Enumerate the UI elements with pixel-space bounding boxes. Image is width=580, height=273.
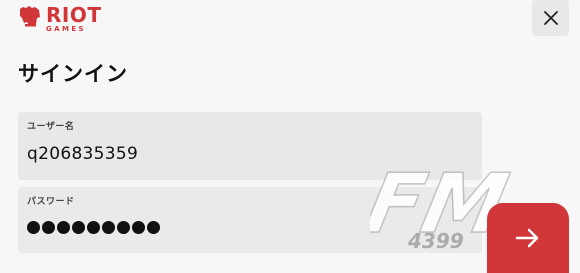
password-mask-dot <box>27 221 40 234</box>
password-mask-dot <box>57 221 70 234</box>
logo-subtitle: GAMES <box>46 25 86 33</box>
password-input[interactable] <box>27 221 482 234</box>
arrow-right-icon <box>515 228 539 248</box>
riot-fist-icon <box>20 6 40 27</box>
username-label: ユーザー名 <box>27 122 75 132</box>
password-mask-dot <box>42 221 55 234</box>
submit-button[interactable] <box>487 203 569 273</box>
password-mask-dot <box>147 221 160 234</box>
password-label: パスワード <box>27 197 75 207</box>
close-button[interactable] <box>532 0 569 36</box>
page-title: サインイン <box>18 62 128 86</box>
password-mask-dot <box>72 221 85 234</box>
riot-games-logo: RIOT GAMES <box>18 3 102 33</box>
password-mask-dot <box>132 221 145 234</box>
password-mask-dot <box>102 221 115 234</box>
close-icon <box>543 11 558 25</box>
logo-wordmark: RIOT <box>46 3 102 27</box>
username-input[interactable]: q206835359 <box>27 144 482 164</box>
password-mask-dot <box>87 221 100 234</box>
password-field[interactable]: パスワード <box>18 187 482 253</box>
username-field[interactable]: ユーザー名 q206835359 <box>18 112 482 180</box>
password-mask-dot <box>117 221 130 234</box>
